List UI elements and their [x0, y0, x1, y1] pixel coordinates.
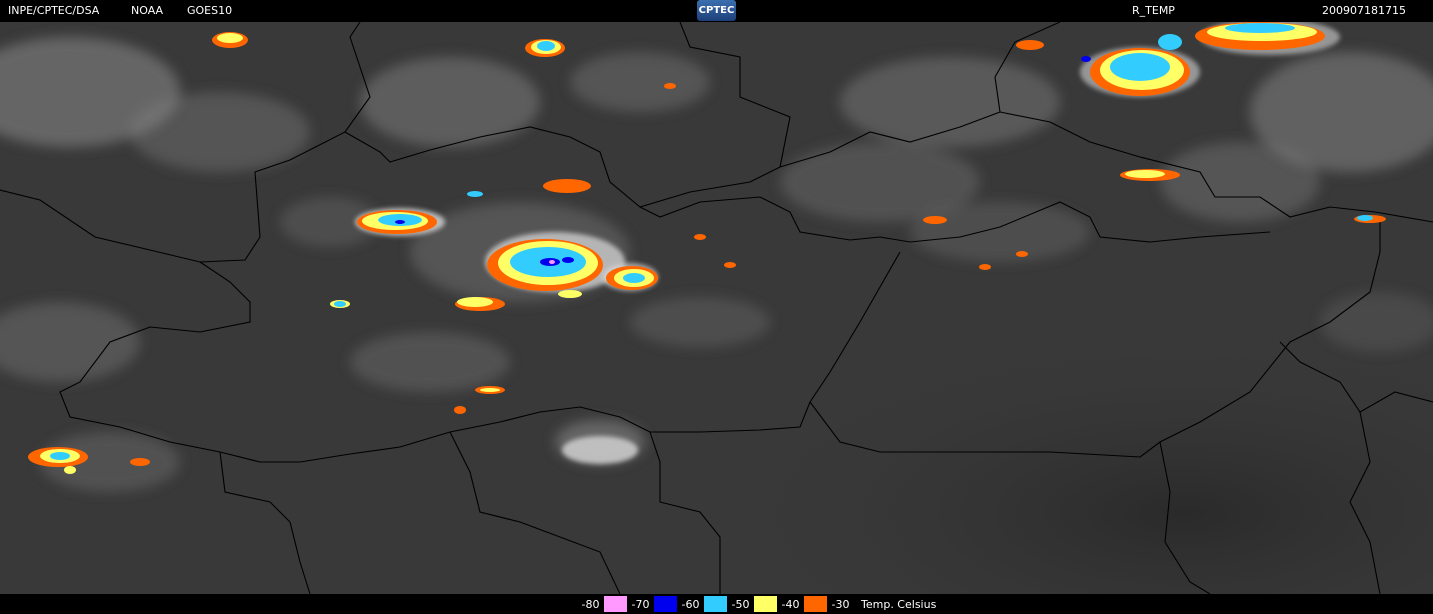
satellite-label: GOES10	[187, 4, 233, 17]
legend-label: -50	[727, 597, 754, 612]
cold-top-pink	[549, 260, 555, 264]
satellite-map	[0, 22, 1433, 594]
legend-swatch	[754, 596, 777, 612]
image-header: INPE/CPTEC/DSA NOAA GOES10 CPTEC R_TEMP …	[0, 0, 1433, 22]
legend-swatch	[704, 596, 727, 612]
map-canvas	[0, 22, 1433, 594]
legend-label: -60	[677, 597, 704, 612]
timestamp-label: 200907181715	[1322, 4, 1406, 17]
legend-swatch	[654, 596, 677, 612]
org-label: INPE/CPTEC/DSA	[8, 4, 100, 17]
legend-label: -70	[627, 597, 654, 612]
legend-label: -80	[577, 597, 604, 612]
agency-label: NOAA	[131, 4, 164, 17]
product-label: R_TEMP	[1132, 4, 1175, 17]
legend-label: -40	[777, 597, 804, 612]
legend-title: Temp. Celsius	[861, 598, 937, 611]
legend-swatch	[604, 596, 627, 612]
legend-swatch	[804, 596, 827, 612]
legend-label: -30	[827, 597, 854, 612]
cptec-logo: CPTEC	[697, 0, 736, 21]
temperature-legend: -80 -70 -60 -50 -40 -30 Temp. Celsius	[0, 594, 1433, 614]
